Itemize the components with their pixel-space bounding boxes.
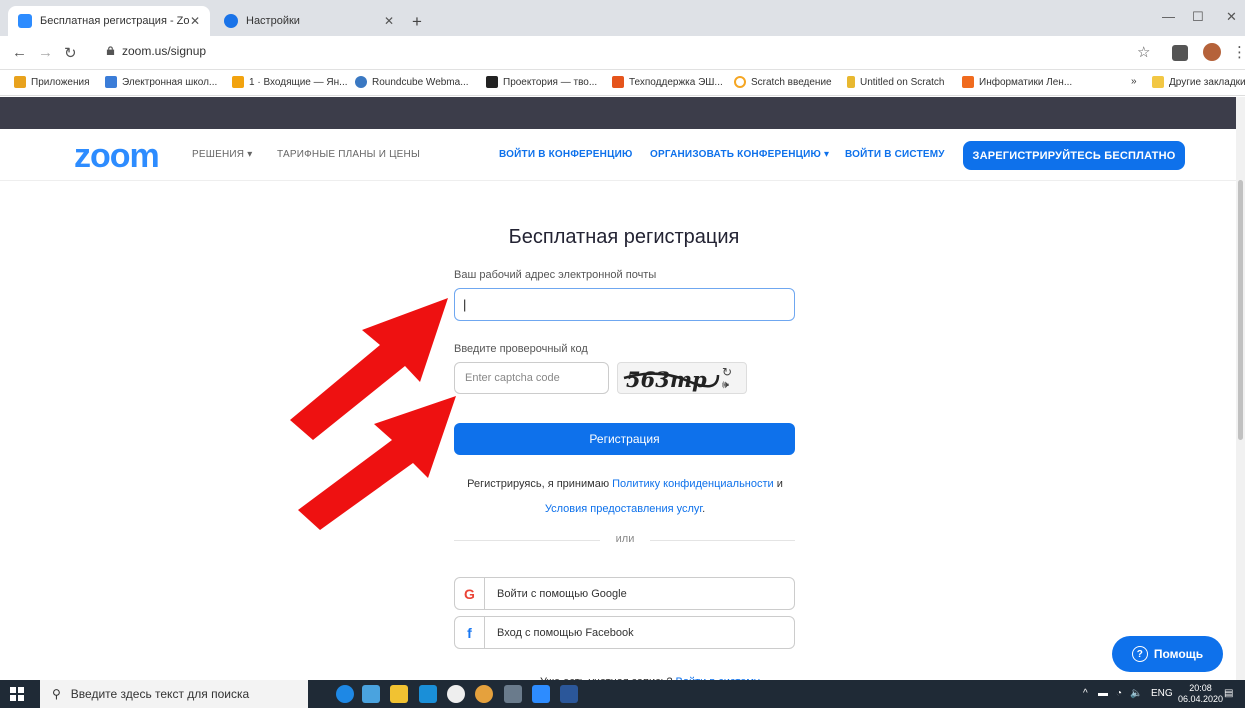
- chrome-icon[interactable]: [475, 685, 493, 703]
- word-icon[interactable]: [560, 685, 578, 703]
- edge-icon[interactable]: [336, 685, 354, 703]
- store-icon[interactable]: [362, 685, 380, 703]
- windows-start-icon[interactable]: [10, 687, 24, 701]
- yandex-browser-icon[interactable]: [447, 685, 465, 703]
- taskbar-clock[interactable]: 20:08 06.04.2020: [1178, 683, 1223, 705]
- app-icon[interactable]: [504, 685, 522, 703]
- skype-icon[interactable]: [419, 685, 437, 703]
- clock-date: 06.04.2020: [1178, 694, 1224, 704]
- taskbar-search[interactable]: ⚲ Введите здесь текст для поиска: [40, 680, 308, 708]
- battery-icon[interactable]: ▬: [1098, 688, 1108, 699]
- annotation-arrows: [290, 298, 456, 530]
- taskbar-search-placeholder: Введите здесь текст для поиска: [70, 687, 250, 701]
- notifications-icon[interactable]: ▤: [1224, 688, 1233, 699]
- search-icon: ⚲: [52, 687, 61, 701]
- clock-time: 20:08: [1189, 683, 1212, 693]
- chevron-up-icon[interactable]: ^: [1083, 688, 1088, 699]
- zoom-icon[interactable]: [532, 685, 550, 703]
- file-explorer-icon[interactable]: [390, 685, 408, 703]
- wifi-icon[interactable]: ◔: [1116, 688, 1122, 699]
- volume-icon[interactable]: 🔈: [1130, 688, 1142, 699]
- language-indicator[interactable]: ENG: [1151, 688, 1173, 699]
- windows-taskbar: ⚲ Введите здесь текст для поиска ^ ▬ ◔ 🔈…: [0, 680, 1245, 708]
